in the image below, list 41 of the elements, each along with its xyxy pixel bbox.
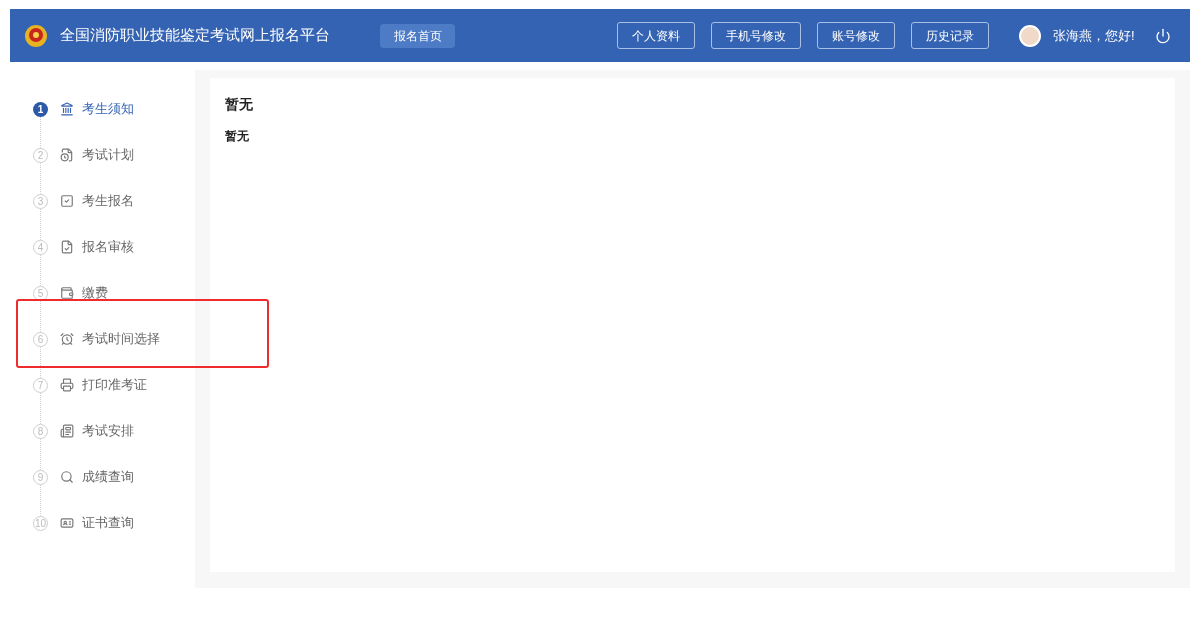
nav-button[interactable]: 账号修改	[817, 22, 895, 49]
step-number: 4	[33, 239, 48, 255]
building-icon	[60, 102, 74, 116]
alarm-clock-icon	[60, 332, 74, 346]
step-number: 9	[33, 469, 48, 485]
step-link[interactable]: 证书查询	[82, 513, 134, 533]
nav-button[interactable]: 手机号修改	[711, 22, 801, 49]
wallet-icon	[60, 286, 74, 300]
document-icon	[60, 424, 74, 438]
step-number: 10	[33, 515, 48, 531]
greeting-text: 张海燕，您好!	[1053, 26, 1135, 45]
step-number: 3	[33, 193, 48, 209]
avatar[interactable]	[1019, 24, 1041, 47]
step-link[interactable]: 考试时间选择	[82, 329, 160, 349]
step-link[interactable]: 打印准考证	[82, 375, 147, 395]
step-link[interactable]: 缴费	[82, 283, 108, 303]
document-clock-icon	[60, 148, 74, 162]
step-number: 1	[33, 101, 48, 117]
step-number: 2	[33, 147, 48, 163]
printer-icon	[60, 378, 74, 392]
step-link[interactable]: 考试计划	[82, 145, 134, 165]
document-check-icon	[60, 240, 74, 254]
content-text: 暂无	[225, 128, 250, 145]
search-icon	[60, 470, 74, 484]
nav-button[interactable]: 个人资料	[617, 22, 695, 49]
step-link[interactable]: 考生报名	[82, 191, 134, 211]
checkbox-icon	[60, 194, 74, 208]
step-link[interactable]: 考试安排	[82, 421, 134, 441]
step-number: 8	[33, 423, 48, 439]
step-number: 6	[33, 331, 48, 347]
emblem-icon	[24, 22, 48, 49]
home-button[interactable]: 报名首页	[380, 23, 455, 48]
content-title: 暂无	[225, 95, 254, 114]
step-link[interactable]: 考生须知	[82, 99, 134, 119]
nav-button[interactable]: 历史记录	[911, 22, 989, 49]
step-link[interactable]: 报名审核	[82, 237, 134, 257]
step-link[interactable]: 成绩查询	[82, 467, 134, 487]
step-number: 7	[33, 377, 48, 393]
power-icon[interactable]	[1154, 27, 1171, 44]
id-card-icon	[60, 516, 74, 530]
site-title: 全国消防职业技能鉴定考试网上报名平台	[60, 25, 331, 46]
